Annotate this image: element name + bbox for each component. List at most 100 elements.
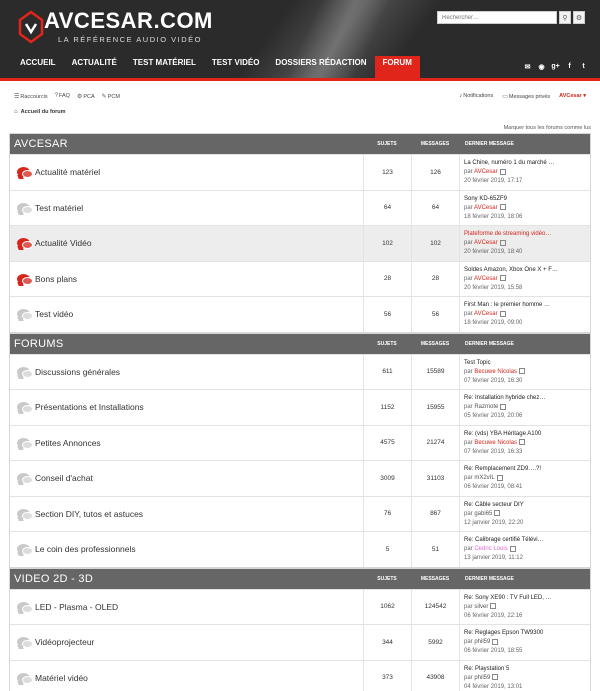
nav-forum[interactable]: FORUM: [374, 56, 420, 78]
forum-row: Conseil d'achat 3009 31103 Re: Remplacem…: [10, 460, 590, 496]
last-post-author[interactable]: gabi65: [474, 511, 492, 517]
last-post-author[interactable]: Cedric Louis: [474, 546, 507, 552]
pca-link[interactable]: ⚙PCA: [77, 93, 95, 100]
view-latest-post-icon[interactable]: [494, 510, 501, 517]
gear-icon[interactable]: ⚙: [573, 11, 585, 24]
view-latest-post-icon[interactable]: [499, 310, 506, 317]
view-latest-post-icon[interactable]: [492, 638, 499, 645]
search-input[interactable]: [437, 11, 557, 24]
read-forum-icon: [16, 309, 33, 321]
forum-title[interactable]: Discussions générales: [32, 367, 363, 377]
breadcrumb: ⌂ Accueil du forum: [0, 105, 600, 119]
last-post-title[interactable]: Re: Calibrage certifié Télévi…: [464, 536, 590, 544]
forum-title[interactable]: Le coin des professionnels: [32, 544, 363, 554]
last-post-title[interactable]: Sony KD-65ZF9: [464, 195, 590, 203]
breadcrumb-home[interactable]: Accueil du forum: [21, 109, 66, 115]
view-latest-post-icon[interactable]: [519, 439, 526, 446]
topic-count: 344: [363, 625, 411, 660]
nav-test-materiel[interactable]: TEST MATÉRIEL: [125, 56, 204, 72]
last-post-date: 20 février 2019, 15:58: [464, 284, 523, 291]
private-messages-link[interactable]: ▭Messages privés: [502, 93, 550, 100]
last-post-title[interactable]: Re: Reglages Epson TW9300: [464, 629, 590, 637]
user-menu[interactable]: AVCesar ▾: [559, 93, 586, 99]
forum-row: LED - Plasma - OLED 1062 124542 Re: Sony…: [10, 588, 590, 624]
view-latest-post-icon[interactable]: [490, 603, 497, 610]
last-post-title[interactable]: La Chine, numéro 1 du marché …: [464, 159, 590, 167]
view-latest-post-icon[interactable]: [519, 368, 526, 375]
forum-title[interactable]: Actualité matériel: [32, 167, 363, 177]
nav-dossiers-redaction[interactable]: DOSSIERS RÉDACTION: [267, 56, 374, 72]
last-post-title[interactable]: Plateforme de streaming vidéo…: [464, 230, 590, 238]
last-post-author[interactable]: Becuwe Nicolas: [474, 369, 517, 375]
last-post-date: 07 février 2019, 16:33: [464, 448, 523, 455]
shortcuts-link[interactable]: ☰Raccourcis: [14, 93, 48, 100]
site-logo[interactable]: AVCESAR.COM LA RÉFÉRENCE AUDIO VIDÉO: [18, 8, 212, 48]
last-post-title[interactable]: Re: Sony XE90 : TV Full LED, …: [464, 594, 590, 602]
forum-title[interactable]: Test matériel: [32, 203, 363, 213]
view-latest-post-icon[interactable]: [492, 674, 499, 681]
site-header: AVCESAR.COM LA RÉFÉRENCE AUDIO VIDÉO ⚲ ⚙…: [0, 0, 600, 78]
last-post-title[interactable]: Re: Câble secteur DIY: [464, 501, 590, 509]
topic-count: 102: [363, 226, 411, 261]
pcm-link[interactable]: ✎PCM: [102, 93, 120, 100]
last-post-author[interactable]: phil59: [474, 639, 490, 645]
last-post-author[interactable]: AVCesar: [474, 276, 498, 282]
post-count: 102: [411, 226, 459, 261]
last-post-title[interactable]: Re: Installation hybride chez…: [464, 394, 590, 402]
notifications-link[interactable]: ♪Notifications: [459, 93, 493, 99]
rss-icon[interactable]: ◉: [537, 63, 546, 71]
read-forum-icon: [16, 544, 33, 556]
last-post-author[interactable]: AVCesar: [474, 169, 498, 175]
forum-title[interactable]: Conseil d'achat: [32, 473, 363, 483]
envelope-icon[interactable]: ✉: [523, 63, 532, 71]
forum-title[interactable]: Section DIY, tutos et astuces: [32, 509, 363, 519]
view-latest-post-icon[interactable]: [499, 168, 506, 175]
view-latest-post-icon[interactable]: [499, 239, 506, 246]
last-post-author[interactable]: mX2vIL: [474, 475, 494, 481]
last-post-author[interactable]: AVCesar: [474, 311, 498, 317]
view-latest-post-icon[interactable]: [496, 474, 503, 481]
forum-title[interactable]: LED - Plasma - OLED: [32, 602, 363, 612]
view-latest-post-icon[interactable]: [499, 275, 506, 282]
last-post-title[interactable]: Re: (vds) YBA Héritage A100: [464, 430, 590, 438]
faq-link[interactable]: ?FAQ: [55, 93, 70, 100]
forum-title[interactable]: Vidéoprojecteur: [32, 637, 363, 647]
forum-title[interactable]: Petites Annonces: [32, 438, 363, 448]
last-post-date: 12 janvier 2019, 22:20: [464, 519, 524, 526]
mark-all-read-link[interactable]: Marquer tous les forums comme lus: [0, 119, 600, 133]
view-latest-post-icon[interactable]: [509, 545, 516, 552]
view-latest-post-icon[interactable]: [500, 403, 507, 410]
last-post-author[interactable]: AVCesar: [474, 240, 498, 246]
read-forum-icon: [16, 637, 33, 649]
post-count: 15955: [411, 390, 459, 425]
last-post-author[interactable]: AVCesar: [474, 205, 498, 211]
twitter-icon[interactable]: t: [579, 63, 588, 71]
last-post-title[interactable]: Soldes Amazon, Xbox One X + F…: [464, 266, 590, 274]
forum-row: Vidéoprojecteur 344 5992 Re: Reglages Ep…: [10, 624, 590, 660]
section-title[interactable]: AVCESAR: [10, 138, 363, 150]
search-icon[interactable]: ⚲: [559, 11, 571, 24]
last-post-title[interactable]: Re: Remplacement ZD9….?!: [464, 465, 590, 473]
topic-count: 123: [363, 155, 411, 190]
forum-title[interactable]: Bons plans: [32, 274, 363, 284]
last-post-author[interactable]: silver: [474, 604, 488, 610]
last-post-author[interactable]: Becuwe Nicolas: [474, 440, 517, 446]
last-post-title[interactable]: Test Topic: [464, 359, 590, 367]
facebook-icon[interactable]: f: [565, 63, 574, 71]
googleplus-icon[interactable]: g+: [551, 63, 560, 71]
view-latest-post-icon[interactable]: [499, 204, 506, 211]
column-posts: MESSAGES: [420, 141, 450, 147]
last-post-author[interactable]: Razmote: [474, 404, 498, 410]
nav-accueil[interactable]: ACCUEIL: [12, 56, 64, 72]
forum-title[interactable]: Matériel vidéo: [32, 673, 363, 683]
last-post-title[interactable]: First Man : le premier homme …: [464, 301, 590, 309]
section-title[interactable]: VIDEO 2D - 3D: [10, 573, 363, 585]
nav-test-video[interactable]: TEST VIDÉO: [204, 56, 268, 72]
last-post-title[interactable]: Re: Playstation 5: [464, 665, 590, 673]
nav-actualite[interactable]: ACTUALITÉ: [64, 56, 125, 72]
forum-title[interactable]: Actualité Vidéo: [32, 238, 363, 248]
forum-title[interactable]: Test vidéo: [32, 309, 363, 319]
section-title[interactable]: FORUMS: [10, 338, 363, 350]
forum-title[interactable]: Présentations et Installations: [32, 402, 363, 412]
last-post-author[interactable]: phil59: [474, 675, 490, 681]
